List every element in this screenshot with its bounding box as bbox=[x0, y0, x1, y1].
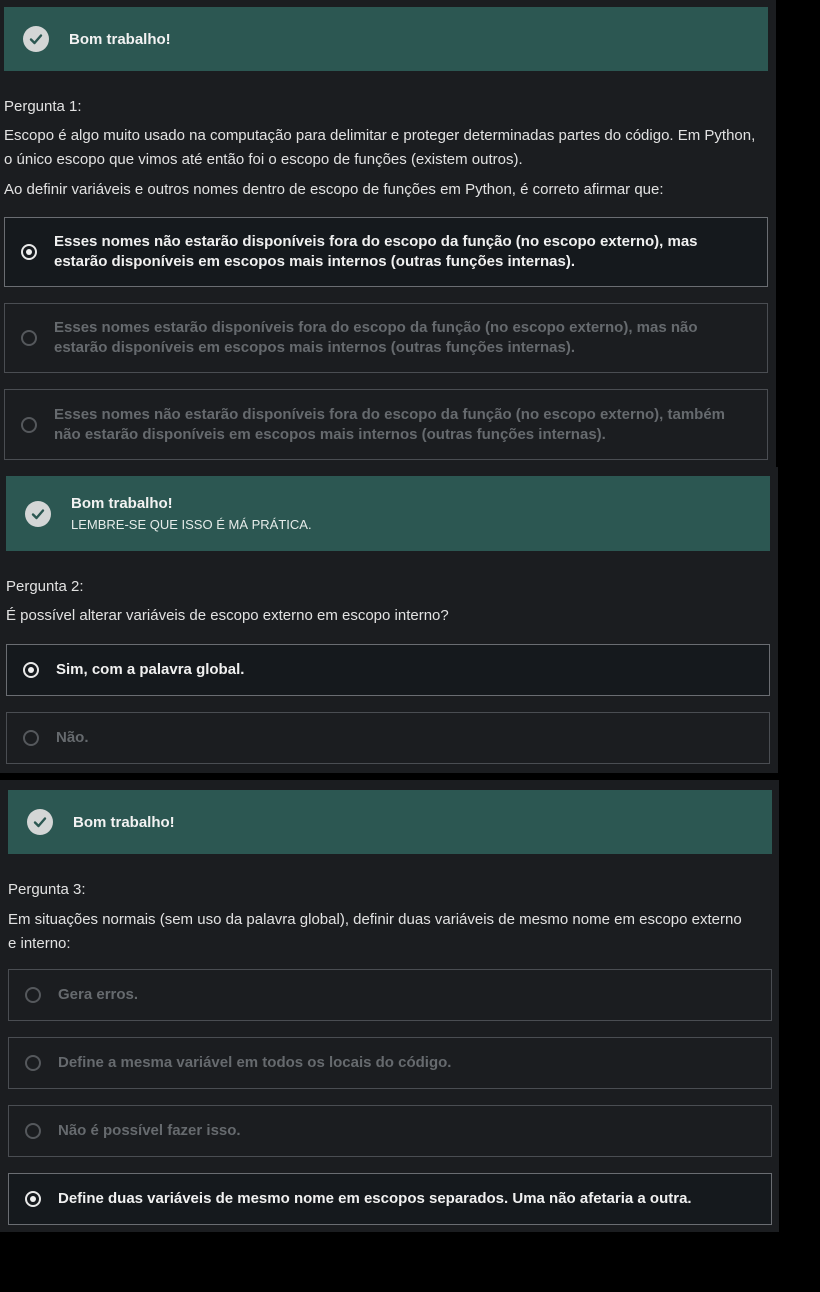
answer-option-2[interactable]: Define a mesma variável em todos os loca… bbox=[8, 1037, 772, 1089]
check-circle-icon bbox=[27, 809, 53, 835]
answer-option-3[interactable]: Esses nomes não estarão disponíveis fora… bbox=[4, 389, 768, 460]
feedback-title: Bom trabalho! bbox=[73, 813, 175, 831]
option-label: Gera erros. bbox=[58, 986, 139, 1003]
check-circle-icon bbox=[23, 26, 49, 52]
answer-option-1[interactable]: Sim, com a palavra global. bbox=[6, 644, 770, 696]
radio-icon[interactable] bbox=[23, 730, 39, 746]
option-label: Sim, com a palavra global. bbox=[56, 661, 245, 678]
radio-icon[interactable] bbox=[25, 1123, 41, 1139]
answer-option-2[interactable]: Não. bbox=[6, 712, 770, 764]
radio-selected-icon[interactable] bbox=[21, 244, 37, 260]
question-label: Pergunta 1: bbox=[4, 98, 82, 115]
question-prompt: Ao definir variáveis e outros nomes dent… bbox=[4, 181, 664, 198]
feedback-title: Bom trabalho! bbox=[71, 495, 173, 512]
answer-option-3[interactable]: Não é possível fazer isso. bbox=[8, 1105, 772, 1157]
radio-icon[interactable] bbox=[25, 1055, 41, 1071]
option-label: Não. bbox=[56, 729, 89, 746]
option-label: Define a mesma variável em todos os loca… bbox=[58, 1054, 452, 1071]
option-label: Define duas variáveis de mesmo nome em e… bbox=[58, 1190, 692, 1207]
answer-option-1[interactable]: Esses nomes não estarão disponíveis fora… bbox=[4, 217, 768, 287]
radio-icon[interactable] bbox=[21, 330, 37, 346]
feedback-title: Bom trabalho! bbox=[69, 30, 171, 48]
feedback-banner: Bom trabalho! bbox=[4, 7, 768, 71]
check-circle-icon bbox=[25, 500, 51, 527]
option-label: Esses nomes estarão disponíveis fora do … bbox=[54, 319, 698, 356]
option-label: Esses nomes não estarão disponíveis fora… bbox=[54, 405, 726, 443]
answer-option-1[interactable]: Gera erros. bbox=[8, 969, 772, 1021]
question-panel-3: Bom trabalho! Pergunta 3: Em situações n… bbox=[0, 780, 779, 1232]
option-label: Esses nomes não estarão disponíveis fora… bbox=[54, 233, 698, 270]
radio-selected-icon[interactable] bbox=[23, 662, 39, 678]
question-panel-2: Bom trabalho! LEMBRE-SE QUE ISSO É MÁ PR… bbox=[0, 467, 778, 773]
radio-icon[interactable] bbox=[21, 416, 37, 433]
question-text: É possível alterar variáveis de escopo e… bbox=[6, 607, 449, 624]
answer-option-2[interactable]: Esses nomes estarão disponíveis fora do … bbox=[4, 303, 768, 373]
feedback-banner: Bom trabalho! LEMBRE-SE QUE ISSO É MÁ PR… bbox=[6, 476, 770, 551]
feedback-subtitle: LEMBRE-SE QUE ISSO É MÁ PRÁTICA. bbox=[71, 517, 312, 532]
question-panel-1: Bom trabalho! Pergunta 1: Escopo é algo … bbox=[0, 0, 776, 467]
question-text: Em situações normais (sem uso da palavra… bbox=[8, 911, 742, 952]
radio-icon[interactable] bbox=[25, 987, 41, 1003]
feedback-banner: Bom trabalho! bbox=[8, 790, 772, 854]
question-label: Pergunta 2: bbox=[6, 578, 84, 595]
radio-selected-icon[interactable] bbox=[25, 1191, 41, 1207]
answer-option-4[interactable]: Define duas variáveis de mesmo nome em e… bbox=[8, 1173, 772, 1225]
question-text: Escopo é algo muito usado na computação … bbox=[4, 127, 756, 168]
question-label: Pergunta 3: bbox=[8, 881, 86, 898]
option-label: Não é possível fazer isso. bbox=[58, 1122, 241, 1139]
